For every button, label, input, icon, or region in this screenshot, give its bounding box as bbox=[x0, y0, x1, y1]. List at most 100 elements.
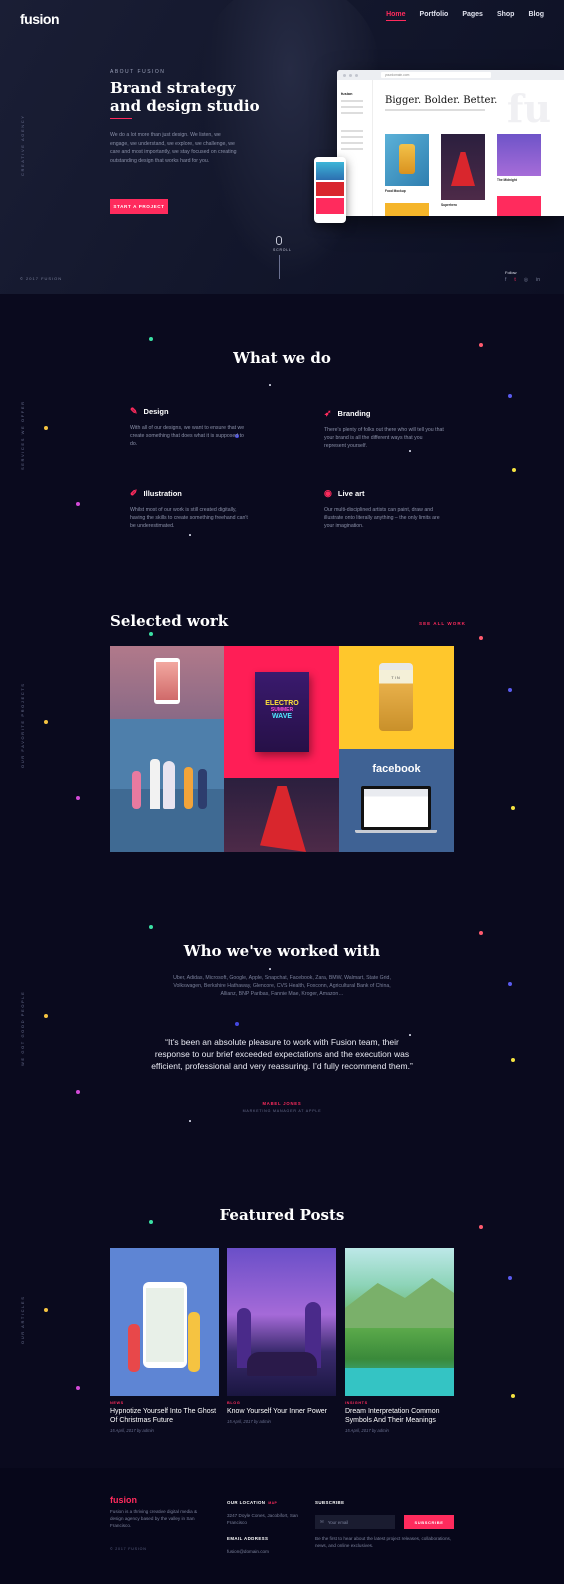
mockup-tile-food bbox=[385, 134, 429, 186]
footer-address: 3247 Doyle Cones, Jacobifort, San Franci… bbox=[227, 1513, 298, 1525]
clients-title: Who we've worked with bbox=[183, 942, 381, 960]
poster-line: WAVE bbox=[271, 713, 293, 720]
mockup-headline: Bigger. Bolder. Better. bbox=[385, 95, 498, 106]
instagram-icon[interactable]: ◎ bbox=[524, 277, 528, 283]
portfolio-item-poster[interactable]: ELECTRO SUMMER WAVE bbox=[224, 646, 339, 778]
portfolio-item-phone[interactable] bbox=[110, 646, 224, 719]
hero-side-label: CREATIVE AGENCY bbox=[20, 114, 25, 177]
browser-bar: yourdomain.com bbox=[337, 70, 564, 80]
main-nav: Home Portfolio Pages Shop Blog bbox=[386, 11, 544, 21]
subscribe-heading: SUBSCRIBE bbox=[315, 1500, 345, 1505]
posts-title: Featured Posts bbox=[219, 1206, 345, 1224]
browser-url: yourdomain.com bbox=[381, 72, 491, 78]
post-date: 15 April, 2017 by admin bbox=[227, 1419, 271, 1424]
portfolio-item-facebook[interactable]: facebook bbox=[339, 749, 454, 852]
logo[interactable]: fusion bbox=[20, 11, 60, 27]
service-name: Live art bbox=[337, 489, 365, 498]
post-title[interactable]: Hypnotize Yourself Into The Ghost Of Chr… bbox=[110, 1407, 219, 1425]
post-date: 15 April, 2017 by admin bbox=[345, 1428, 389, 1433]
nav-item-blog[interactable]: Blog bbox=[528, 11, 544, 21]
service-name: Branding bbox=[337, 409, 371, 418]
hero-copyright: © 2017 FUSION bbox=[20, 276, 63, 281]
mockup-logo: fusion bbox=[341, 92, 353, 96]
hero-section: fusion Home Portfolio Pages Shop Blog CR… bbox=[0, 0, 564, 294]
post-card[interactable]: INSIGHTS Dream Interpretation Common Sym… bbox=[345, 1248, 454, 1433]
services-side-label: SERVICES WE OFFER bbox=[20, 400, 25, 470]
map-link[interactable]: MAP bbox=[268, 1501, 277, 1505]
footer-email[interactable]: fusion@domain.com bbox=[227, 1548, 269, 1555]
service-text: Whilst most of our work is still created… bbox=[130, 507, 248, 529]
service-name: Design bbox=[143, 407, 169, 416]
footer-description: Fusion is a thriving creative digital me… bbox=[110, 1509, 198, 1528]
post-category[interactable]: INSIGHTS bbox=[345, 1401, 454, 1405]
testimonial-name: MABEL JONES bbox=[262, 1101, 302, 1106]
post-title[interactable]: Know Yourself Your Inner Power bbox=[227, 1407, 336, 1416]
footer-copyright: © 2017 FUSION bbox=[110, 1547, 147, 1551]
design-icon: ✎ bbox=[130, 406, 138, 416]
subscribe-button[interactable]: SUBSCRIBE bbox=[404, 1515, 454, 1529]
post-category[interactable]: BLOG bbox=[227, 1401, 336, 1405]
mockup-caption: Superhero bbox=[441, 203, 457, 207]
email-placeholder: Your email bbox=[327, 1519, 349, 1525]
footer-logo[interactable]: fusion bbox=[110, 1495, 137, 1505]
service-text: With all of our designs, we want to ensu… bbox=[130, 425, 245, 447]
email-heading: EMAIL ADDRESS bbox=[227, 1536, 269, 1541]
footer: fusion Fusion is a thriving creative dig… bbox=[0, 1468, 564, 1584]
scroll-label: SCROLL bbox=[273, 248, 292, 252]
see-all-work-link[interactable]: SEE ALL WORK bbox=[419, 621, 466, 626]
nav-item-portfolio[interactable]: Portfolio bbox=[420, 11, 449, 21]
follow-label: Follow bbox=[505, 270, 517, 275]
post-image[interactable] bbox=[227, 1248, 336, 1396]
hero-text: We do a lot more than just design. We li… bbox=[110, 132, 237, 164]
subscribe-text: Be the first to hear about the latest pr… bbox=[315, 1536, 452, 1548]
email-input[interactable]: ✉ Your email bbox=[315, 1515, 395, 1529]
hero-divider bbox=[110, 118, 132, 119]
post-image[interactable] bbox=[345, 1248, 454, 1396]
start-project-button[interactable]: START A PROJECT bbox=[110, 199, 168, 214]
service-live-art: ◉ Live art Our multi-disciplined artists … bbox=[324, 488, 444, 530]
work-side-label: OUR FAVORITE PROJECTS bbox=[20, 682, 25, 768]
service-text: There's plenty of folks out there who wi… bbox=[324, 427, 444, 449]
nav-item-home[interactable]: Home bbox=[386, 11, 406, 21]
portfolio-item-family[interactable] bbox=[110, 719, 224, 852]
testimonial-role: MARKETING MANAGER AT APPLE bbox=[242, 1109, 322, 1113]
posts-side-label: OUR ARTICLES bbox=[20, 1295, 25, 1344]
poster-line: ELECTRO bbox=[265, 700, 299, 707]
browser-mockup: yourdomain.com fusion fu Bigger. Bolder.… bbox=[337, 70, 564, 216]
twitter-icon[interactable]: t bbox=[514, 277, 515, 283]
facebook-icon[interactable]: f bbox=[505, 277, 506, 283]
mockup-caption: The Midnight bbox=[497, 178, 517, 182]
nav-item-pages[interactable]: Pages bbox=[462, 11, 483, 21]
jar-label: TIN bbox=[391, 675, 401, 680]
hero-kicker: ABOUT FUSION bbox=[110, 69, 166, 75]
post-category[interactable]: NEWS bbox=[110, 1401, 219, 1405]
linkedin-icon[interactable]: in bbox=[536, 277, 540, 283]
social-links: f t ◎ in bbox=[505, 277, 540, 283]
service-name: Illustration bbox=[143, 489, 182, 498]
scroll-indicator[interactable]: SCROLL bbox=[273, 236, 292, 279]
phone-mockup bbox=[314, 157, 346, 223]
location-heading: OUR LOCATION MAP bbox=[227, 1500, 277, 1505]
portfolio-item-superhero[interactable] bbox=[224, 778, 339, 852]
brush-icon: ✐ bbox=[130, 488, 138, 498]
service-branding: ➶ Branding There's plenty of folks out th… bbox=[324, 408, 444, 450]
services-title: What we do bbox=[233, 349, 331, 367]
post-card[interactable]: BLOG Know Yourself Your Inner Power 15 A… bbox=[227, 1248, 336, 1424]
post-title[interactable]: Dream Interpretation Common Symbols And … bbox=[345, 1407, 454, 1425]
service-text: Our multi-disciplined artists can paint,… bbox=[324, 507, 440, 529]
post-date: 15 April, 2017 by admin bbox=[110, 1428, 154, 1433]
clients-list: Uber, Adidas, Microsoft, Google, Apple, … bbox=[173, 975, 391, 997]
nav-item-shop[interactable]: Shop bbox=[497, 11, 515, 21]
mockup-tile-superhero bbox=[441, 134, 485, 200]
work-title: Selected work bbox=[110, 612, 229, 630]
post-image[interactable] bbox=[110, 1248, 219, 1396]
service-illustration: ✐ Illustration Whilst most of our work is… bbox=[130, 488, 250, 530]
testimonial-quote: “It’s been an absolute pleasure to work … bbox=[151, 1037, 413, 1071]
portfolio-item-jar[interactable]: TIN bbox=[339, 646, 454, 749]
service-design: ✎ Design With all of our designs, we want… bbox=[130, 406, 250, 448]
mockup-tile-midnight bbox=[497, 134, 541, 176]
mockup-caption: Food Mockup bbox=[385, 189, 406, 193]
mail-icon: ✉ bbox=[320, 1519, 324, 1524]
post-card[interactable]: NEWS Hypnotize Yourself Into The Ghost O… bbox=[110, 1248, 219, 1433]
facebook-wordmark: facebook bbox=[372, 763, 421, 775]
